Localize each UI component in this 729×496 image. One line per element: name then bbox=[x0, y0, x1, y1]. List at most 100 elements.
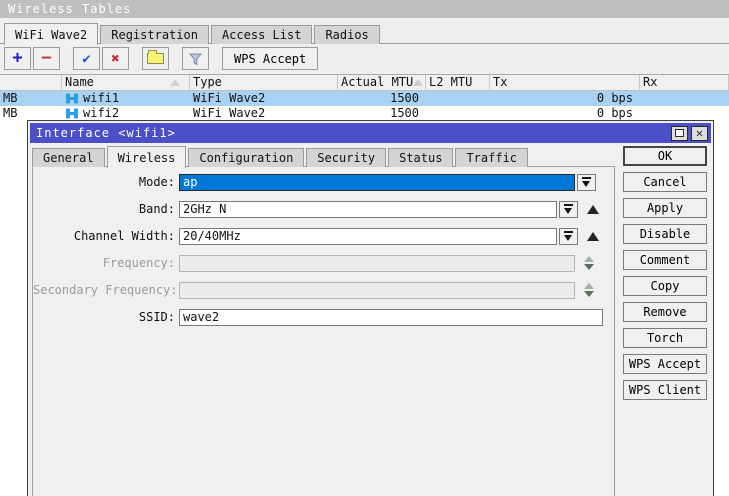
row-l2-mtu bbox=[426, 91, 490, 106]
remove-button[interactable]: Remove bbox=[623, 302, 707, 322]
tab-access-list[interactable]: Access List bbox=[211, 25, 312, 44]
secondary-frequency-row: Secondary Frequency: bbox=[33, 281, 614, 299]
spinner-up-icon bbox=[584, 283, 594, 289]
channel-width-collapse-arrow-icon[interactable] bbox=[587, 232, 599, 241]
ssid-field[interactable]: wave2 bbox=[179, 309, 603, 326]
maximize-button[interactable] bbox=[671, 126, 688, 141]
interface-dialog: Interface <wifi1> ✕ General Wireless Con… bbox=[27, 120, 714, 496]
secondary-frequency-label: Secondary Frequency: bbox=[33, 283, 179, 297]
band-row: Band: 2GHz N bbox=[33, 200, 614, 218]
disable-button[interactable]: ✖ bbox=[102, 47, 129, 70]
ssid-label: SSID: bbox=[33, 310, 179, 324]
frequency-label: Frequency: bbox=[33, 256, 179, 270]
mode-field[interactable]: ap bbox=[179, 174, 575, 191]
tab-radios[interactable]: Radios bbox=[314, 25, 379, 44]
tab-security[interactable]: Security bbox=[306, 148, 386, 167]
column-rx[interactable]: Rx bbox=[640, 75, 729, 90]
row-flags: MB bbox=[0, 91, 62, 106]
wps-accept-button[interactable]: WPS Accept bbox=[623, 354, 707, 374]
row-type: WiFi Wave2 bbox=[190, 106, 338, 121]
tab-wireless[interactable]: Wireless bbox=[107, 146, 187, 168]
add-button[interactable]: + bbox=[4, 47, 31, 70]
sort-icon bbox=[413, 79, 423, 86]
wireless-interface-icon bbox=[65, 108, 79, 119]
spinner-down-icon bbox=[584, 291, 594, 297]
window-titlebar[interactable]: Wireless Tables bbox=[0, 0, 729, 18]
row-rx bbox=[640, 91, 729, 106]
filter-button[interactable] bbox=[182, 47, 209, 70]
band-dropdown-button[interactable] bbox=[559, 201, 578, 218]
toolbar: + − ✔ ✖ WPS Accept bbox=[4, 47, 318, 70]
wps-client-button[interactable]: WPS Client bbox=[623, 380, 707, 400]
row-name: wifi1 bbox=[62, 91, 190, 106]
channel-width-dropdown-button[interactable] bbox=[559, 228, 578, 245]
dialog-title: Interface <wifi1> bbox=[36, 126, 176, 140]
comment-button[interactable] bbox=[142, 47, 169, 70]
tab-status[interactable]: Status bbox=[388, 148, 453, 167]
maximize-icon bbox=[675, 129, 684, 137]
row-type: WiFi Wave2 bbox=[190, 91, 338, 106]
mode-dropdown-button[interactable] bbox=[577, 174, 596, 191]
disable-button[interactable]: Disable bbox=[623, 224, 707, 244]
cancel-button[interactable]: Cancel bbox=[623, 172, 707, 192]
wps-accept-toolbar-button[interactable]: WPS Accept bbox=[222, 47, 318, 70]
torch-button[interactable]: Torch bbox=[623, 328, 707, 348]
dropdown-icon bbox=[564, 231, 573, 241]
dialog-titlebar[interactable]: Interface <wifi1> ✕ bbox=[30, 123, 711, 143]
filter-icon bbox=[188, 52, 203, 66]
window-title: Wireless Tables bbox=[8, 2, 131, 16]
wireless-tab-panel: Mode: ap Band: 2GHz N Channel Width: 20/… bbox=[32, 166, 615, 496]
band-label: Band: bbox=[33, 202, 179, 216]
dialog-button-column: OK Cancel Apply Disable Comment Copy Rem… bbox=[623, 146, 707, 406]
secondary-frequency-field bbox=[179, 282, 575, 299]
band-collapse-arrow-icon[interactable] bbox=[587, 205, 599, 214]
table-row-wifi2[interactable]: MB wifi2 WiFi Wave2 1500 0 bps bbox=[0, 106, 729, 121]
add-icon: + bbox=[12, 50, 22, 67]
spinner-up-icon bbox=[584, 256, 594, 262]
table-row-wifi1[interactable]: MB wifi1 WiFi Wave2 1500 0 bps bbox=[0, 91, 729, 106]
dropdown-icon bbox=[582, 177, 591, 187]
row-name: wifi2 bbox=[62, 106, 190, 121]
row-rx bbox=[640, 106, 729, 121]
enable-button[interactable]: ✔ bbox=[73, 47, 100, 70]
row-tx: 0 bps bbox=[490, 91, 640, 106]
row-l2-mtu bbox=[426, 106, 490, 121]
mode-label: Mode: bbox=[33, 175, 179, 189]
band-field[interactable]: 2GHz N bbox=[179, 201, 557, 218]
table-header: Name Type Actual MTU L2 MTU Tx Rx bbox=[0, 75, 729, 91]
channel-width-row: Channel Width: 20/40MHz bbox=[33, 227, 614, 245]
close-button[interactable]: ✕ bbox=[691, 126, 708, 141]
copy-button[interactable]: Copy bbox=[623, 276, 707, 296]
apply-button[interactable]: Apply bbox=[623, 198, 707, 218]
column-type[interactable]: Type bbox=[190, 75, 338, 90]
row-actual-mtu: 1500 bbox=[338, 106, 426, 121]
ssid-row: SSID: wave2 bbox=[33, 308, 614, 326]
column-name[interactable]: Name bbox=[62, 75, 190, 90]
comment-icon bbox=[147, 53, 164, 64]
remove-icon: − bbox=[41, 50, 51, 67]
tab-configuration[interactable]: Configuration bbox=[188, 148, 304, 167]
row-tx: 0 bps bbox=[490, 106, 640, 121]
column-l2-mtu[interactable]: L2 MTU bbox=[426, 75, 490, 90]
spinner-down-icon bbox=[584, 264, 594, 270]
dialog-tab-strip: General Wireless Configuration Security … bbox=[32, 145, 530, 167]
secondary-frequency-spinner bbox=[584, 283, 594, 297]
tab-wifi-wave2[interactable]: WiFi Wave2 bbox=[4, 23, 98, 45]
ok-button[interactable]: OK bbox=[623, 146, 707, 166]
frequency-spinner bbox=[584, 256, 594, 270]
frequency-field bbox=[179, 255, 575, 272]
main-tab-strip: WiFi Wave2 Registration Access List Radi… bbox=[4, 22, 382, 44]
tab-traffic[interactable]: Traffic bbox=[455, 148, 528, 167]
column-tx[interactable]: Tx bbox=[490, 75, 640, 90]
column-actual-mtu[interactable]: Actual MTU bbox=[338, 75, 426, 90]
sort-icon bbox=[170, 79, 180, 86]
tab-general[interactable]: General bbox=[32, 148, 105, 167]
tab-registration[interactable]: Registration bbox=[100, 25, 209, 44]
dropdown-icon bbox=[564, 204, 573, 214]
remove-button[interactable]: − bbox=[33, 47, 60, 70]
channel-width-field[interactable]: 20/40MHz bbox=[179, 228, 557, 245]
comment-button[interactable]: Comment bbox=[623, 250, 707, 270]
frequency-row: Frequency: bbox=[33, 254, 614, 272]
column-flags[interactable] bbox=[0, 75, 62, 90]
wireless-interface-icon bbox=[65, 93, 79, 104]
